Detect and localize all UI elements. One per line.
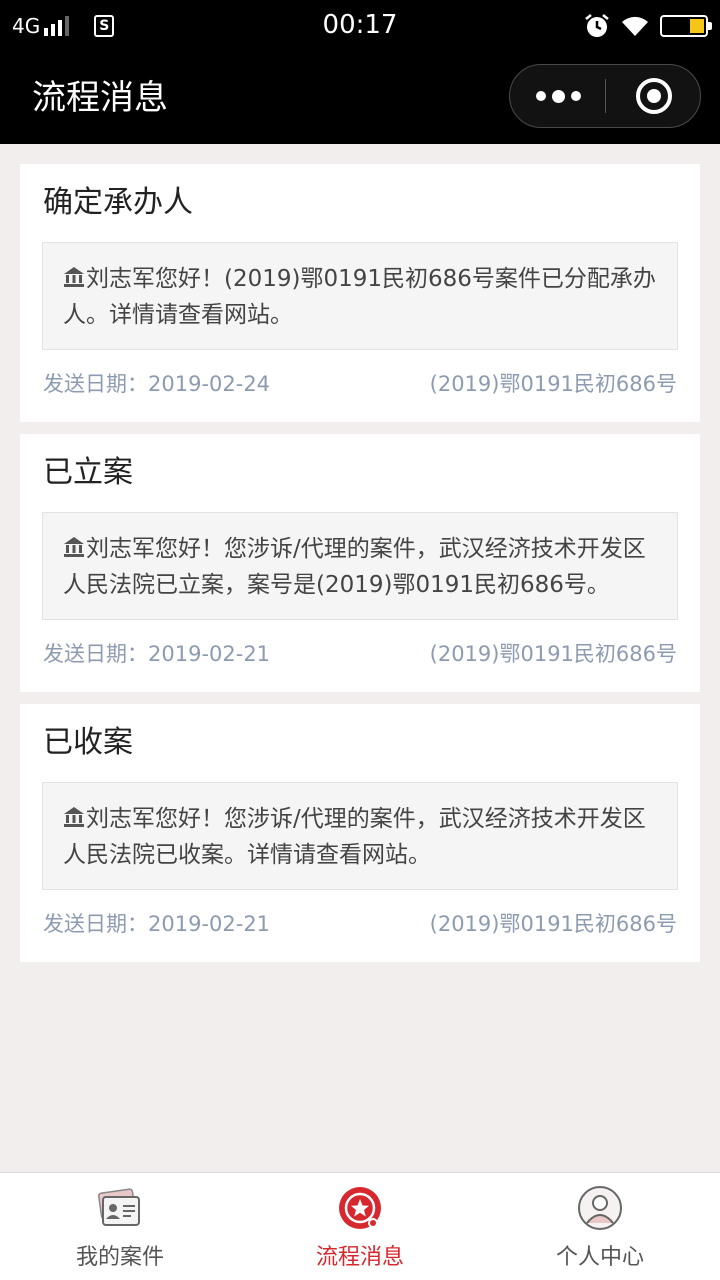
tab-label: 流程消息 [315, 1245, 404, 1270]
page-title: 流程消息 [32, 78, 168, 118]
message-title: 已收案 [43, 725, 133, 760]
case-number: (2019)鄂0191民初686号 [429, 642, 677, 666]
status-bar: 4G S 00:17 [0, 0, 720, 52]
tab-label: 个人中心 [555, 1245, 644, 1270]
alarm-icon [585, 14, 609, 37]
case-number: (2019)鄂0191民初686号 [429, 372, 677, 396]
target-close-icon [636, 78, 672, 114]
tab-personal-center[interactable]: 个人中心 [480, 1173, 720, 1280]
person-icon [578, 1186, 622, 1230]
battery-icon [660, 15, 712, 37]
message-card[interactable]: 已立案 刘志军您好！您涉诉/代理的案件，武汉经济技术开发区人民法院已立案，案号是… [20, 434, 700, 692]
send-date: 发送日期：2019-02-21 [43, 642, 271, 666]
close-mini-program-button[interactable] [606, 65, 702, 127]
send-date: 发送日期：2019-02-21 [43, 912, 271, 936]
wifi-icon [622, 16, 648, 36]
message-star-icon [339, 1187, 381, 1229]
tab-process-messages[interactable]: 流程消息 [240, 1173, 480, 1280]
message-title: 确定承办人 [43, 185, 193, 220]
mini-program-capsule [509, 64, 701, 128]
court-building-icon [64, 537, 84, 557]
message-body: 刘志军您好！您涉诉/代理的案件，武汉经济技术开发区人民法院已收案。详情请查看网站… [42, 782, 678, 890]
message-title: 已立案 [43, 455, 133, 490]
send-date: 发送日期：2019-02-24 [43, 372, 271, 396]
tab-my-cases[interactable]: 我的案件 [0, 1173, 240, 1280]
message-card[interactable]: 确定承办人 刘志军您好！(2019)鄂0191民初686号案件已分配承办人。详情… [20, 164, 700, 422]
court-building-icon [64, 267, 84, 287]
more-dots-icon [535, 91, 546, 101]
id-card-icon [97, 1188, 140, 1226]
nav-bar: 流程消息 [0, 52, 720, 144]
more-dots-icon-center [551, 89, 565, 103]
message-text: 刘志军您好！您涉诉/代理的案件，武汉经济技术开发区人民法院已立案，案号是(201… [63, 536, 646, 598]
status-right [584, 12, 712, 40]
tab-bar: 我的案件 流程消息 个人中心 [0, 1172, 720, 1280]
message-list: 确定承办人 刘志军您好！(2019)鄂0191民初686号案件已分配承办人。详情… [20, 164, 700, 974]
message-body: 刘志军您好！您涉诉/代理的案件，武汉经济技术开发区人民法院已立案，案号是(201… [42, 512, 678, 620]
message-text: 刘志军您好！(2019)鄂0191民初686号案件已分配承办人。详情请查看网站。 [63, 266, 656, 328]
more-dots-icon-right [570, 91, 581, 101]
tab-label: 我的案件 [75, 1245, 164, 1270]
court-building-icon [64, 807, 84, 827]
message-text: 刘志军您好！您涉诉/代理的案件，武汉经济技术开发区人民法院已收案。详情请查看网站… [63, 806, 646, 868]
message-body: 刘志军您好！(2019)鄂0191民初686号案件已分配承办人。详情请查看网站。 [42, 242, 678, 350]
case-number: (2019)鄂0191民初686号 [429, 912, 677, 936]
message-card[interactable]: 已收案 刘志军您好！您涉诉/代理的案件，武汉经济技术开发区人民法院已收案。详情请… [20, 704, 700, 962]
more-button[interactable] [510, 65, 606, 127]
